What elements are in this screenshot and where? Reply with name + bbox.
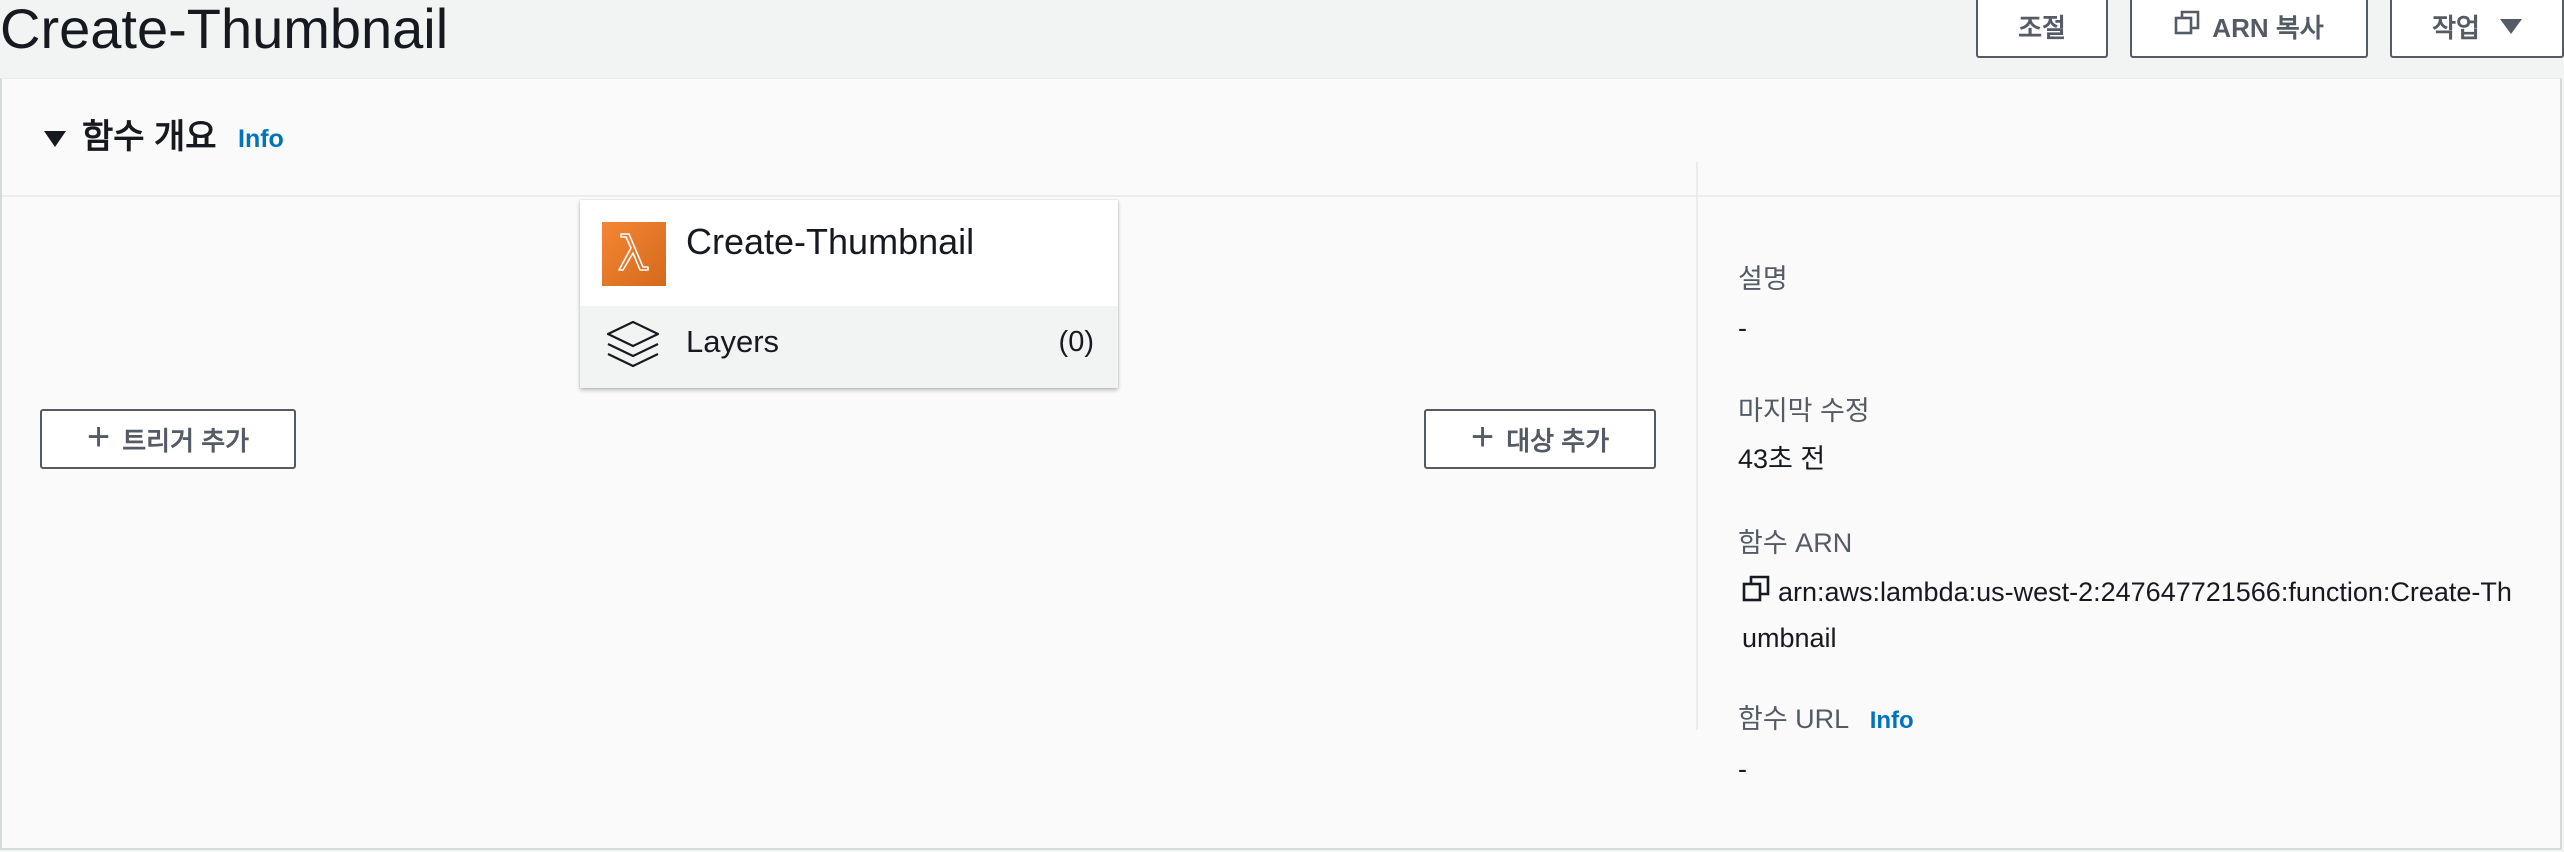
- plus-icon: +: [1470, 415, 1495, 459]
- function-arn-text: arn:aws:lambda:us-west-2:247647721566:fu…: [1742, 577, 2512, 653]
- layers-row[interactable]: Layers (0): [580, 306, 1118, 388]
- description-label: 설명: [1738, 264, 1788, 294]
- function-url-value: -: [1738, 754, 1747, 784]
- copy-icon: [2174, 10, 2200, 43]
- page-title: Create-Thumbnail: [0, 0, 449, 60]
- function-name: Create-Thumbnail: [686, 221, 975, 262]
- function-arn-label: 함수 ARN: [1738, 528, 1853, 558]
- function-arn-value: arn:aws:lambda:us-west-2:247647721566:fu…: [1742, 570, 2522, 660]
- lambda-icon: [602, 222, 666, 286]
- add-destination-label: 대상 추가: [1506, 425, 1610, 456]
- copy-icon[interactable]: [1742, 572, 1770, 616]
- throttle-button-label: 조절: [2018, 12, 2066, 43]
- last-modified-value: 43초 전: [1738, 444, 1826, 474]
- add-trigger-button[interactable]: + 트리거 추가: [40, 409, 296, 469]
- add-trigger-label: 트리거 추가: [122, 425, 250, 456]
- last-modified-label: 마지막 수정: [1738, 396, 1870, 426]
- function-url-label-text: 함수 URL: [1738, 704, 1849, 734]
- layers-label: Layers: [686, 324, 780, 359]
- copy-arn-button[interactable]: ARN 복사: [2130, 0, 2368, 58]
- function-card[interactable]: Create-Thumbnail Layers (0): [580, 200, 1118, 388]
- url-info-link[interactable]: Info: [1870, 707, 1914, 734]
- actions-button-label: 작업: [2432, 12, 2480, 43]
- copy-arn-button-label: ARN 복사: [2212, 12, 2324, 43]
- plus-icon: +: [86, 415, 111, 459]
- layers-count: (0): [1058, 326, 1094, 358]
- description-value: -: [1738, 313, 1747, 343]
- details-divider: [1696, 162, 1698, 730]
- caret-down-icon[interactable]: [44, 131, 66, 147]
- section-title: 함수 개요: [82, 118, 217, 156]
- caret-down-icon: [2499, 11, 2522, 42]
- throttle-button[interactable]: 조절: [1976, 0, 2108, 58]
- add-destination-button[interactable]: + 대상 추가: [1424, 409, 1656, 469]
- actions-dropdown-button[interactable]: 작업: [2390, 0, 2564, 58]
- function-overview-header[interactable]: 함수 개요 Info: [2, 79, 2560, 197]
- layers-icon: [604, 318, 662, 381]
- function-overview-panel: 함수 개요 Info: [0, 78, 2562, 850]
- info-link[interactable]: Info: [238, 125, 284, 154]
- function-url-label: 함수 URL Info: [1738, 702, 1914, 738]
